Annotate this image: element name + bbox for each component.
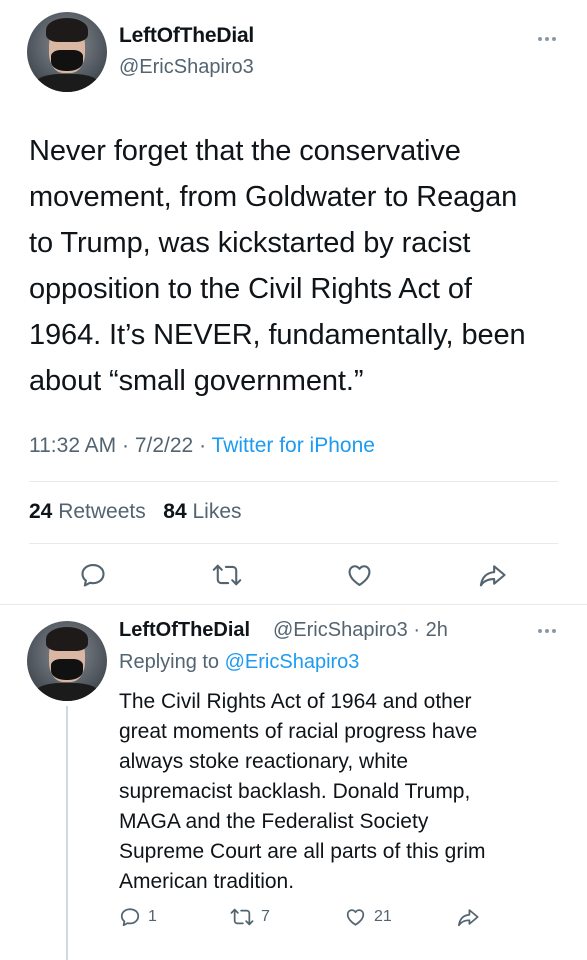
reply-author-display-name[interactable]: LeftOfTheDial	[119, 619, 250, 642]
replying-to-mention[interactable]: @EricShapiro3	[225, 651, 360, 673]
share-arrow-icon	[458, 909, 479, 927]
like-button[interactable]	[345, 561, 374, 589]
thread-line	[66, 706, 68, 960]
reply-age[interactable]: 2h	[426, 619, 448, 641]
heart-outline-icon	[346, 909, 365, 926]
author-display-name[interactable]: LeftOfTheDial	[119, 24, 254, 48]
retweet-button[interactable]	[212, 561, 242, 589]
reply-author-handle[interactable]: @EricShapiro3	[273, 619, 408, 641]
likes-stat[interactable]: 84 Likes	[163, 500, 241, 523]
reply-share-button[interactable]	[456, 906, 481, 928]
replying-to-line: Replying to @EricShapiro3	[119, 651, 360, 673]
share-button[interactable]	[478, 561, 508, 589]
divider	[29, 481, 558, 482]
heart-outline-icon	[348, 565, 371, 586]
like-count: 21	[374, 908, 392, 925]
reply-retweet-button[interactable]: 7	[230, 906, 270, 928]
tweet-date[interactable]: 7/2/22	[135, 434, 193, 457]
more-options-icon[interactable]	[538, 36, 556, 42]
speech-bubble-icon	[120, 908, 140, 927]
author-avatar[interactable]	[27, 12, 107, 92]
engagement-stats: 24 Retweets 84 Likes	[29, 500, 242, 524]
tweet-time[interactable]: 11:32 AM	[29, 434, 116, 457]
author-handle[interactable]: @EricShapiro3	[119, 56, 254, 79]
tweet-text: Never forget that the conservative movem…	[29, 135, 526, 397]
reply-text: The Civil Rights Act of 1964 and other g…	[119, 690, 486, 893]
speech-bubble-icon	[81, 564, 105, 587]
reply-more-options-icon[interactable]	[538, 628, 556, 634]
tweet-source-link[interactable]: Twitter for iPhone	[212, 434, 375, 457]
reply-count: 1	[148, 908, 157, 925]
reply-button[interactable]	[79, 561, 107, 589]
reply-author-avatar[interactable]	[27, 621, 107, 701]
retweet-count: 7	[261, 908, 270, 925]
reply-like-button[interactable]: 21	[344, 906, 392, 928]
retweet-arrows-icon	[230, 908, 254, 926]
share-arrow-icon	[479, 565, 506, 587]
retweet-arrows-icon	[212, 564, 242, 586]
reply-reply-button[interactable]: 1	[119, 906, 157, 928]
tweet-metadata: 11:32 AM · 7/2/22 · Twitter for iPhone	[29, 434, 375, 457]
section-divider	[0, 604, 587, 605]
divider	[29, 543, 558, 544]
retweets-stat[interactable]: 24 Retweets	[29, 500, 146, 523]
reply-author-meta: @EricShapiro3 · 2h	[273, 619, 448, 641]
